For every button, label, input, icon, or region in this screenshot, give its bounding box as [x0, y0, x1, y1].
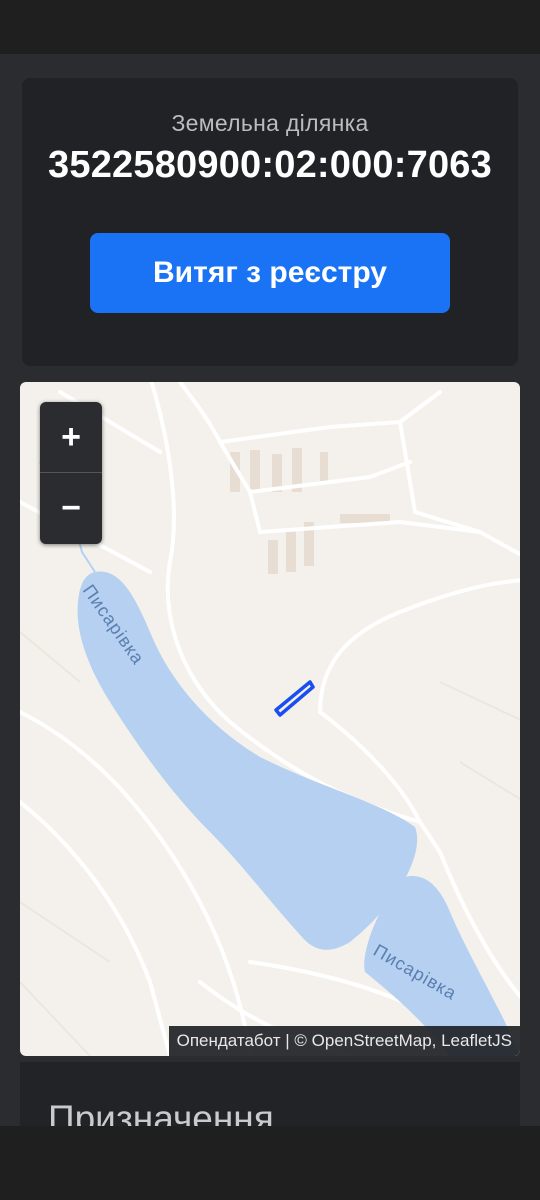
parcel-card: Земельна ділянка 3522580900:02:000:7063 …: [22, 78, 518, 366]
page-content: Земельна ділянка 3522580900:02:000:7063 …: [0, 54, 540, 1139]
navigation-bar: [0, 1126, 540, 1200]
zoom-control: + −: [40, 402, 102, 544]
map-attribution[interactable]: Опендатабот | © OpenStreetMap, LeafletJS: [168, 1026, 520, 1056]
registry-extract-button[interactable]: Витяг з реєстру: [90, 233, 450, 313]
status-bar: [0, 0, 540, 54]
map-view[interactable]: Писарівка Писарівка + − Опендатабот | © …: [20, 382, 520, 1056]
parcel-outline[interactable]: [274, 680, 315, 717]
purpose-section: Призначення: [20, 1062, 520, 1139]
zoom-in-button[interactable]: +: [40, 402, 102, 473]
cadastral-number: 3522580900:02:000:7063: [48, 144, 492, 186]
parcel-type-label: Земельна ділянка: [171, 110, 369, 136]
zoom-out-button[interactable]: −: [40, 473, 102, 543]
